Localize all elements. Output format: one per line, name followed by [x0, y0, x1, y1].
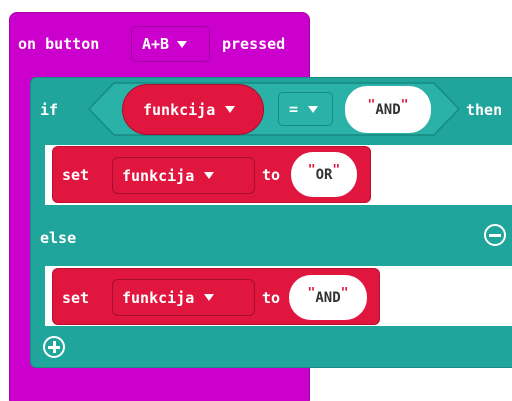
- triangle-down-icon: [204, 294, 215, 301]
- set-label: set: [62, 289, 90, 307]
- condition-string-value[interactable]: " AND ": [345, 86, 431, 133]
- triangle-down-icon: [177, 40, 188, 48]
- variable-dropdown[interactable]: funkcija: [112, 279, 255, 316]
- event-prefix-label: on button: [18, 35, 100, 53]
- editor-canvas: on button A+B pressed if then funkcija =…: [0, 0, 512, 401]
- variable-name: funkcija: [122, 166, 195, 185]
- if-label: if: [40, 101, 59, 119]
- set-label: set: [62, 166, 90, 184]
- condition-variable-label: funkcija: [143, 100, 216, 119]
- button-dropdown[interactable]: A+B: [131, 26, 210, 62]
- to-label: to: [262, 289, 281, 307]
- then-label: then: [466, 101, 503, 119]
- variable-reporter[interactable]: funkcija: [122, 84, 264, 135]
- button-dropdown-value: A+B: [142, 35, 170, 53]
- string-value[interactable]: " AND ": [289, 275, 367, 320]
- string-value-text: OR: [315, 166, 333, 183]
- string-value[interactable]: " OR ": [291, 152, 357, 197]
- triangle-down-icon: [225, 106, 236, 113]
- else-label: else: [40, 229, 77, 247]
- triangle-down-icon: [308, 105, 319, 113]
- variable-dropdown[interactable]: funkcija: [112, 157, 255, 194]
- condition-value-text: AND: [375, 101, 401, 118]
- event-suffix-label: pressed: [222, 35, 286, 53]
- operator-dropdown[interactable]: =: [278, 92, 333, 126]
- minus-circle-icon[interactable]: [484, 224, 506, 246]
- operator-label: =: [289, 100, 299, 118]
- to-label: to: [262, 166, 281, 184]
- string-value-text: AND: [315, 289, 341, 306]
- variable-name: funkcija: [122, 288, 195, 307]
- triangle-down-icon: [204, 172, 215, 179]
- plus-circle-icon[interactable]: [43, 336, 65, 358]
